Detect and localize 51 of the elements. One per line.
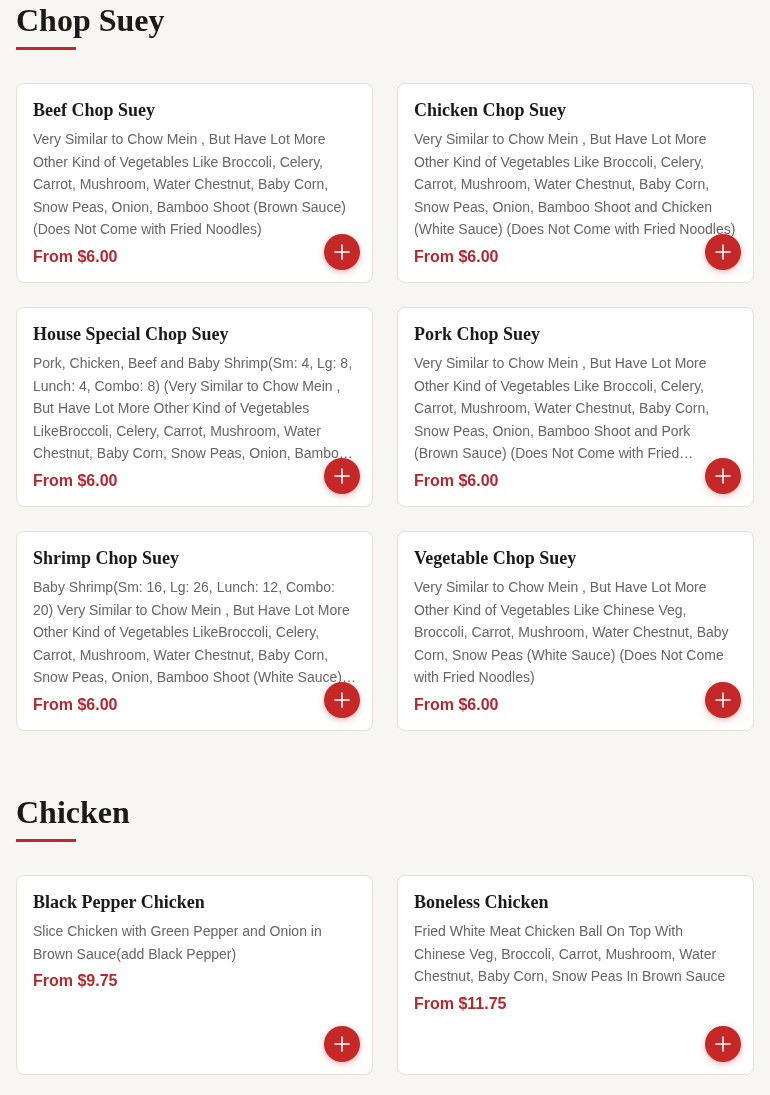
item-name: Beef Chop Suey — [33, 99, 156, 122]
menu-item-card[interactable] — [16, 307, 373, 507]
plus-icon — [334, 1036, 350, 1052]
item-price: From $6.00 — [414, 246, 499, 267]
plus-icon — [715, 468, 731, 484]
plus-icon — [715, 244, 731, 260]
menu-item-card[interactable] — [16, 531, 373, 731]
menu-item-card[interactable] — [397, 83, 754, 283]
item-name: Pork Chop Suey — [414, 323, 542, 346]
plus-icon — [715, 1036, 731, 1052]
section-title: Chop Suey — [16, 1, 166, 40]
title-underline — [16, 839, 76, 842]
item-description: Fried White Meat Chicken Ball On Top With Chinese Veg, Broccoli, Carrot, Mushroom, Water Chestnut, Baby Corn, Snow Peas In Brown Sauce — [414, 922, 727, 986]
item-name: Black Pepper Chicken — [33, 891, 206, 914]
section-title: Chicken — [16, 793, 131, 832]
add-button[interactable] — [324, 458, 360, 494]
menu-item-card[interactable]: Boneless Chicken Fried White Meat Chicken Ball On Top With Chinese Veg, Broccoli, Carrot, Mushroom, Water Chestnut, Baby Corn, Snow Peas In Brown Sauce From $11.75 — [397, 875, 754, 1075]
menu-item-card[interactable] — [397, 531, 754, 731]
item-price: From $6.00 — [414, 694, 499, 715]
add-button[interactable] — [324, 1026, 360, 1062]
plus-icon — [334, 468, 350, 484]
item-price: From $11.75 — [414, 993, 507, 1014]
add-button[interactable] — [705, 458, 741, 494]
item-price: From $6.00 — [414, 470, 499, 491]
plus-icon — [334, 692, 350, 708]
item-description: Very Similar to Chow Mein , But Have Lot More Other Kind of Vegetables Like Broccoli, Celery, Carrot, Mushroom, Water Chestnut, Baby Corn, Snow Peas, Onion, Bamboo Shoot and Chicken (White Sauce) (Does Not Come with Fried Noodles) — [414, 130, 737, 239]
item-price: From $6.00 — [33, 694, 118, 715]
add-button[interactable] — [324, 234, 360, 270]
item-description: Slice Chicken with Green Pepper and Onion in Brown Sauce(add Black Pepper) — [33, 922, 323, 964]
menu-item-card[interactable] — [397, 307, 754, 507]
item-price: From $9.75 — [33, 971, 118, 991]
menu-item-card[interactable] — [16, 83, 373, 283]
item-description: Very Similar to Chow Mein , But Have Lot More Other Kind of Vegetables Like Broccoli, Celery, Carrot, Mushroom, Water Chestnut, Baby Corn, Snow Peas, Onion, Bamboo Shoot and Pork (Brown Sauce) (Does Not Come with Fried… — [414, 354, 711, 463]
item-name: Vegetable Chop Suey — [414, 547, 578, 570]
item-description: Very Similar to Chow Mein , But Have Lot More Other Kind of Vegetables Like Broccoli, Celery, Carrot, Mushroom, Water Chestnut, Baby Corn, Snow Peas, Onion, Bamboo Shoot (Brown Sauce) (Does Not Come with Fried Noodles) — [33, 130, 347, 239]
item-description: Baby Shrimp(Sm: 16, Lg: 26, Lunch: 12, Combo: 20) Very Similar to Chow Mein , But Have Lot More Other Kind of Vegetables LikeBroccoli, Celery, Carrot, Mushroom, Water Chestnut, Baby Corn, Snow Peas, Onion, Bamboo Shoot (White Sauce)… — [33, 578, 356, 687]
item-description: Pork, Chicken, Beef and Baby Shrimp(Sm: 4, Lg: 8, Lunch: 4, Combo: 8) (Very Similar to Chow Mein , But Have Lot More Other Kind of Vegetables LikeBroccoli, Celery, Carrot, Mushroom, Water Chestnut, Baby Corn, Snow Peas, Onion, Bambo… — [33, 354, 354, 463]
item-price: From $6.00 — [33, 470, 118, 491]
item-name: Shrimp Chop Suey — [33, 547, 181, 570]
plus-icon — [334, 244, 350, 260]
item-price: From $6.00 — [33, 246, 118, 267]
title-underline — [16, 47, 76, 50]
menu-item-card[interactable]: Black Pepper Chicken Slice Chicken with Green Pepper and Onion in Brown Sauce(add Black Pepper) From $9.75 — [16, 875, 373, 1075]
item-name: Chicken Chop Suey — [414, 99, 568, 122]
plus-icon — [715, 692, 731, 708]
add-button[interactable] — [705, 1026, 741, 1062]
item-name: Boneless Chicken — [414, 891, 550, 914]
add-button[interactable] — [705, 682, 741, 718]
item-name: House Special Chop Suey — [33, 323, 230, 346]
add-button[interactable] — [324, 682, 360, 718]
item-description: Very Similar to Chow Mein , But Have Lot More Other Kind of Vegetables Like Chinese Veg, Broccoli, Carrot, Mushroom, Water Chestnut, Baby Corn, Snow Peas (White Sauce) (Does Not Come with Fried Noodles) — [414, 578, 730, 687]
